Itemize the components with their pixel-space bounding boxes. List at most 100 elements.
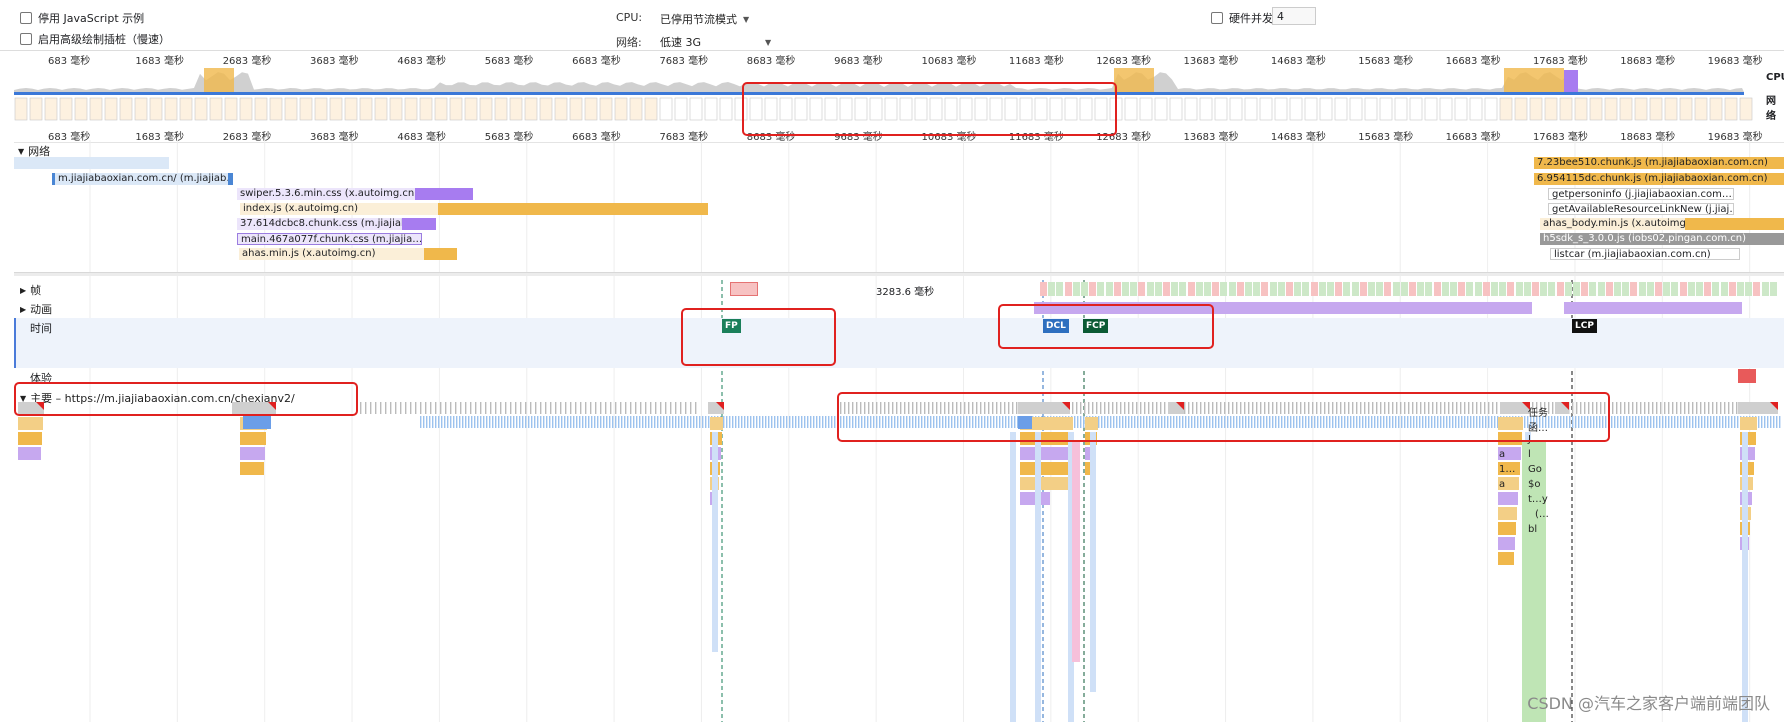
frame[interactable]	[1441, 282, 1449, 296]
frames-strip[interactable]	[1040, 282, 1784, 296]
hw-concurrency-checkbox[interactable]: 硬件并发	[1211, 10, 1273, 26]
frame[interactable]	[1720, 282, 1728, 296]
frame[interactable]	[1171, 282, 1179, 296]
checkbox-box[interactable]	[20, 33, 32, 45]
splitter-handle[interactable]	[14, 272, 1784, 276]
frame[interactable]	[1335, 282, 1343, 296]
frame[interactable]	[1466, 282, 1474, 296]
call-frame[interactable]	[240, 432, 266, 445]
network-request[interactable]: listcar (m.jiajiabaoxian.com.cn)	[1550, 248, 1740, 260]
frame[interactable]	[1737, 282, 1744, 296]
frame[interactable]	[1761, 282, 1769, 296]
frame[interactable]	[1368, 282, 1375, 296]
frame[interactable]	[1564, 282, 1572, 296]
frames-track-header[interactable]: ▶ 帧	[20, 282, 41, 298]
disable-js-samples-checkbox[interactable]: 停用 JavaScript 示例	[20, 10, 144, 26]
hw-concurrency-input[interactable]: 4	[1272, 7, 1316, 25]
frame[interactable]	[1327, 282, 1334, 296]
frame[interactable]	[1195, 282, 1203, 296]
frame[interactable]	[1245, 282, 1252, 296]
frame[interactable]	[1491, 282, 1498, 296]
network-request[interactable]: 7.23bee510.chunk.js (m.jiajiabaoxian.com…	[1534, 157, 1784, 169]
frame[interactable]	[1622, 282, 1630, 296]
call-frame[interactable]	[1740, 417, 1757, 430]
frame[interactable]	[1482, 282, 1490, 296]
call-frame[interactable]	[243, 416, 271, 429]
frame[interactable]	[1671, 282, 1679, 296]
call-frame[interactable]	[1498, 522, 1516, 535]
frame[interactable]	[1425, 282, 1433, 296]
frame[interactable]	[1187, 282, 1195, 296]
frame[interactable]	[1376, 282, 1384, 296]
frame[interactable]	[1122, 282, 1129, 296]
frame[interactable]	[1384, 282, 1392, 296]
frame[interactable]	[1294, 282, 1302, 296]
network-request[interactable]: 6.954115dc.chunk.js (m.jiajiabaoxian.com…	[1534, 173, 1784, 185]
checkbox-box[interactable]	[20, 12, 32, 24]
network-request[interactable]: swiper.5.3.6.min.css (x.autoimg.cn)	[237, 188, 415, 200]
frame[interactable]	[1048, 282, 1056, 296]
frame[interactable]	[1163, 282, 1170, 296]
animation-track-header[interactable]: ▶ 动画	[20, 301, 52, 317]
frame[interactable]	[1154, 282, 1162, 296]
call-frame[interactable]	[1498, 552, 1514, 565]
network-request[interactable]: m.jiajiabaoxian.com.cn/ (m.jiajiab…	[52, 173, 232, 185]
frame[interactable]	[1400, 282, 1408, 296]
network-request[interactable]: index.js (x.autoimg.cn)	[240, 203, 438, 215]
frame[interactable]	[1072, 282, 1080, 296]
call-frame[interactable]	[1498, 492, 1518, 505]
frame[interactable]	[1392, 282, 1400, 296]
frame[interactable]	[1204, 282, 1211, 296]
call-frame[interactable]	[18, 417, 43, 430]
frame[interactable]	[1646, 282, 1654, 296]
frame[interactable]	[1458, 282, 1466, 296]
frame[interactable]	[1179, 282, 1187, 296]
frame[interactable]	[1745, 282, 1753, 296]
frame[interactable]	[1638, 282, 1646, 296]
frame[interactable]	[1573, 282, 1580, 296]
frame[interactable]	[1540, 282, 1548, 296]
cpu-throttle-select[interactable]: 已停用节流模式 ▼	[660, 11, 749, 27]
call-frame[interactable]	[1498, 507, 1517, 520]
frame[interactable]	[1318, 282, 1326, 296]
frame[interactable]	[1269, 282, 1277, 296]
frame[interactable]	[1597, 282, 1605, 296]
frame[interactable]	[1286, 282, 1293, 296]
frame[interactable]	[1113, 282, 1121, 296]
frame[interactable]	[1056, 282, 1064, 296]
call-frame[interactable]	[710, 417, 723, 430]
frame[interactable]	[1146, 282, 1154, 296]
frame[interactable]	[1253, 282, 1261, 296]
frame[interactable]	[1532, 282, 1539, 296]
frame[interactable]	[1040, 282, 1047, 296]
call-frame[interactable]	[1050, 477, 1069, 490]
frame[interactable]	[1433, 282, 1441, 296]
advanced-paint-checkbox[interactable]: 启用高级绘制插桩（慢速）	[20, 31, 170, 47]
lcp-marker[interactable]: LCP	[1572, 319, 1597, 333]
frame[interactable]	[1081, 282, 1088, 296]
frame[interactable]	[1105, 282, 1113, 296]
frame[interactable]	[1769, 282, 1777, 296]
layout-shift-mark[interactable]	[1738, 369, 1756, 383]
frame[interactable]	[1409, 282, 1416, 296]
frame[interactable]	[1417, 282, 1425, 296]
network-bar[interactable]	[14, 157, 169, 169]
frame[interactable]	[1614, 282, 1621, 296]
frame[interactable]	[1138, 282, 1146, 296]
frame[interactable]	[1556, 282, 1564, 296]
call-frame[interactable]	[1050, 447, 1071, 460]
frame[interactable]	[1220, 282, 1228, 296]
checkbox-box[interactable]	[1211, 12, 1223, 24]
frame[interactable]	[1089, 282, 1097, 296]
frame[interactable]	[1097, 282, 1105, 296]
frame[interactable]	[1548, 282, 1556, 296]
frame[interactable]	[1474, 282, 1482, 296]
frame[interactable]	[1515, 282, 1523, 296]
frame[interactable]	[1605, 282, 1613, 296]
frame[interactable]	[1655, 282, 1662, 296]
network-request[interactable]: 37.614dcbc8.chunk.css (m.jiajiabaox…	[237, 218, 402, 230]
frame[interactable]	[1589, 282, 1597, 296]
frame[interactable]	[1630, 282, 1638, 296]
frame[interactable]	[1687, 282, 1695, 296]
frame[interactable]	[1712, 282, 1720, 296]
